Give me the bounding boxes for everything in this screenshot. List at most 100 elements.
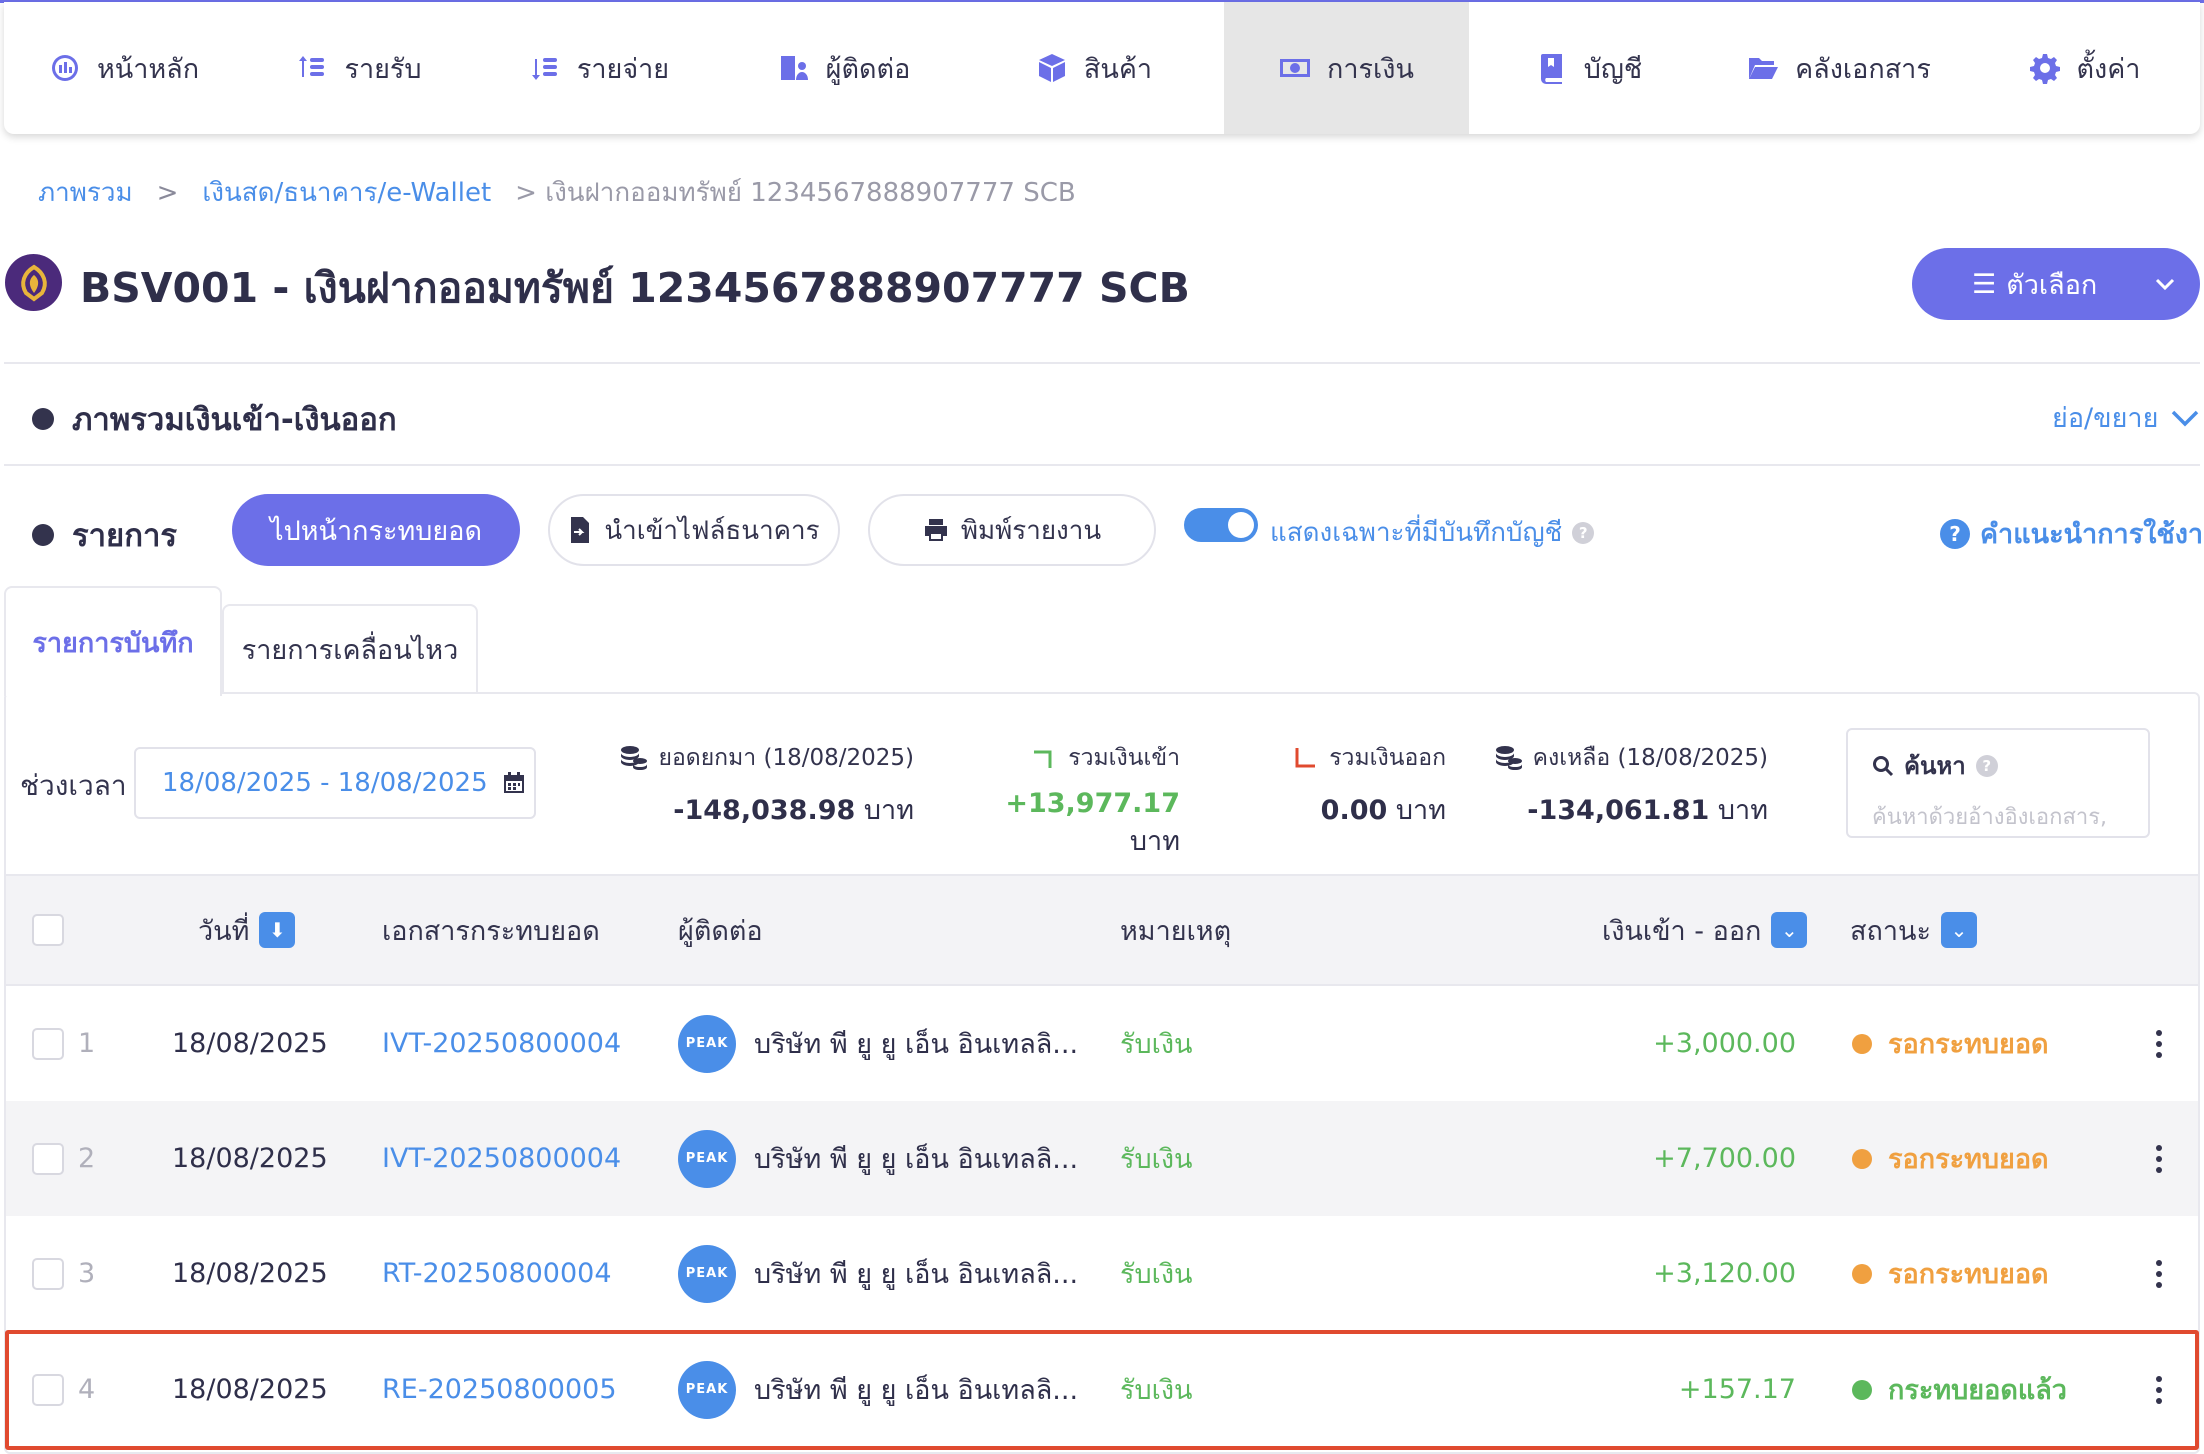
row-doc-link[interactable]: IVT-20250800004 (382, 1101, 621, 1216)
main-navigation: หน้าหลัก รายรับ รายจ่าย ผู้ติดต่อ สินค้า… (4, 2, 2200, 134)
folder-icon (1749, 58, 1779, 79)
row-more-button[interactable] (2156, 1332, 2162, 1447)
calendar-icon (503, 772, 524, 793)
arrow-in-icon (1034, 750, 1052, 768)
row-doc-link[interactable]: RE-20250800005 (382, 1332, 617, 1447)
row-contact: PEAK บริษัท พี ยู ยู เอ็น อินเทลลิ... (678, 1101, 1078, 1216)
row-checkbox[interactable] (32, 1373, 64, 1406)
status-badge: รอกระทบยอด (1888, 1259, 2049, 1290)
row-contact-name: บริษัท พี ยู ยู เอ็น อินเทลลิ... (754, 1375, 1079, 1406)
nav-item-accounting[interactable]: บัญชี (1469, 2, 1709, 134)
total-in-label: รวมเงินเข้า (1068, 745, 1180, 771)
bullet-dot (32, 524, 54, 546)
help-question-icon[interactable]: ? (1572, 521, 1595, 544)
date-column-header[interactable]: วันที่ ⬇ (198, 876, 296, 984)
sort-down-icon[interactable]: ⬇ (259, 912, 296, 948)
options-button[interactable]: ☰ ตัวเลือก (1912, 248, 2200, 320)
collapse-toggle[interactable]: ย่อ/ขยาย (2052, 396, 2200, 439)
total-out-stat: รวมเงินออก 0.00 บาท (1270, 740, 1446, 831)
amount-column-header[interactable]: เงินเข้า - ออก ⌄ (1602, 876, 1808, 984)
nav-item-home[interactable]: หน้าหลัก (4, 2, 244, 134)
row-more-button[interactable] (2156, 1216, 2162, 1331)
opening-balance-value: -148,038.98 (673, 795, 856, 826)
total-out-value: 0.00 (1320, 795, 1388, 826)
more-vertical-icon (2156, 1144, 2162, 1173)
status-dot (1852, 1379, 1872, 1400)
table-row[interactable]: 1 18/08/2025 IVT-20250800004 PEAK บริษัท… (6, 986, 2198, 1101)
status-column-header[interactable]: สถานะ ⌄ (1850, 876, 1977, 984)
tab-records[interactable]: รายการบันทึก (4, 586, 222, 696)
nav-item-expense[interactable]: รายจ่าย (474, 2, 724, 134)
chevron-down-icon[interactable]: ⌄ (1771, 912, 1808, 948)
row-checkbox[interactable] (32, 1257, 64, 1290)
breadcrumb: ภาพรวม > เงินสด/ธนาคาร/e-Wallet > เงินฝา… (38, 172, 1076, 213)
amount-header-label: เงินเข้า - ออก (1602, 915, 1762, 947)
contact-column-header: ผู้ติดต่อ (678, 915, 763, 947)
breadcrumb-overview-link[interactable]: ภาพรวม (38, 172, 133, 213)
row-more-button[interactable] (2156, 986, 2162, 1101)
date-range-input[interactable]: 18/08/2025 - 18/08/2025 (134, 747, 536, 819)
nav-label: การเงิน (1327, 53, 1414, 85)
tab-movements[interactable]: รายการเคลื่อนไหว (222, 604, 478, 694)
row-checkbox[interactable] (32, 1027, 64, 1060)
total-in-stat: รวมเงินเข้า +13,977.17 บาท (950, 740, 1180, 862)
nav-item-settings[interactable]: ตั้งค่า (1969, 2, 2200, 134)
page-title: BSV001 - เงินฝากออมทรัพย์ 12345678889077… (80, 264, 1190, 312)
contacts-icon (780, 56, 808, 80)
overview-section-title: ภาพรวมเงินเข้า-เงินออก (72, 402, 397, 438)
help-question-icon[interactable]: ? (1975, 754, 1998, 777)
nav-item-products[interactable]: สินค้า (964, 2, 1224, 134)
printer-icon (924, 519, 947, 541)
breadcrumb-current: > เงินฝากออมทรัพย์ 1234567888907777 SCB (515, 178, 1076, 208)
table-row[interactable]: 4 18/08/2025 RE-20250800005 PEAK บริษัท … (6, 1332, 2198, 1447)
divider (4, 362, 2200, 364)
import-bank-file-button[interactable]: นำเข้าไฟล์ธนาคาร (548, 494, 840, 566)
go-reconcile-button[interactable]: ไปหน้ากระทบยอด (232, 494, 520, 566)
bank-logo (5, 254, 62, 311)
show-recorded-only-toggle[interactable] (1184, 508, 1258, 542)
dashboard-icon (51, 55, 78, 81)
row-checkbox[interactable] (32, 1142, 64, 1175)
breadcrumb-cash-link[interactable]: เงินสด/ธนาคาร/e-Wallet (202, 172, 491, 213)
closing-balance-stat: คงเหลือ (18/08/2025) -134,061.81 บาท (1486, 740, 1768, 831)
print-report-button[interactable]: พิมพ์รายงาน (868, 494, 1156, 566)
nav-item-income[interactable]: รายรับ (244, 2, 474, 134)
status-dot (1852, 1263, 1872, 1284)
import-bank-file-label: นำเข้าไฟล์ธนาคาร (604, 515, 820, 546)
row-doc-link[interactable]: RT-20250800004 (382, 1216, 612, 1331)
total-in-value: +13,977.17 (1005, 788, 1180, 819)
search-box[interactable]: ค้นหา ? ค้นหาด้วยอ้างอิงเอกสาร, (1846, 728, 2150, 838)
currency-unit: บาท (1395, 795, 1446, 826)
usage-guide-link[interactable]: ? คำแนะนำการใช้งาน (1940, 512, 2204, 555)
list-section-title: รายการ (72, 518, 178, 554)
nav-item-contacts[interactable]: ผู้ติดต่อ (724, 2, 964, 134)
select-all-checkbox[interactable] (32, 914, 64, 946)
chevron-down-icon[interactable] (2130, 278, 2200, 290)
row-number: 4 (78, 1374, 96, 1405)
avatar: PEAK (678, 1129, 736, 1188)
row-contact-name: บริษัท พี ยู ยู เอ็น อินเทลลิ... (754, 1259, 1079, 1290)
nav-item-finance[interactable]: การเงิน (1224, 2, 1469, 134)
row-status: กระทบยอดแล้ว (1852, 1332, 2067, 1447)
row-select-cell (32, 1332, 64, 1447)
divider (4, 464, 2200, 466)
avatar: PEAK (678, 1244, 736, 1303)
ledger-book-icon (1540, 54, 1562, 84)
nav-item-documents[interactable]: คลังเอกสาร (1709, 2, 1969, 134)
total-out-label: รวมเงินออก (1329, 745, 1446, 771)
chevron-down-icon[interactable]: ⌄ (1940, 912, 1977, 948)
row-doc-link[interactable]: IVT-20250800004 (382, 986, 621, 1101)
table-row[interactable]: 2 18/08/2025 IVT-20250800004 PEAK บริษัท… (6, 1101, 2198, 1216)
select-all-cell (32, 876, 64, 984)
search-input[interactable]: ค้นหาด้วยอ้างอิงเอกสาร, (1872, 799, 2124, 834)
opening-balance-label: ยอดยกมา (18/08/2025) (658, 745, 914, 771)
money-icon (1280, 59, 1311, 77)
nav-label: รายรับ (344, 53, 422, 85)
nav-label: รายจ่าย (576, 53, 670, 85)
options-label: ตัวเลือก (2006, 269, 2098, 301)
row-date: 18/08/2025 (172, 1258, 328, 1289)
breadcrumb-separator: > (156, 177, 179, 208)
row-more-button[interactable] (2156, 1101, 2162, 1216)
table-row[interactable]: 3 18/08/2025 RT-20250800004 PEAK บริษัท … (6, 1216, 2198, 1331)
closing-balance-value: -134,061.81 (1527, 795, 1710, 826)
